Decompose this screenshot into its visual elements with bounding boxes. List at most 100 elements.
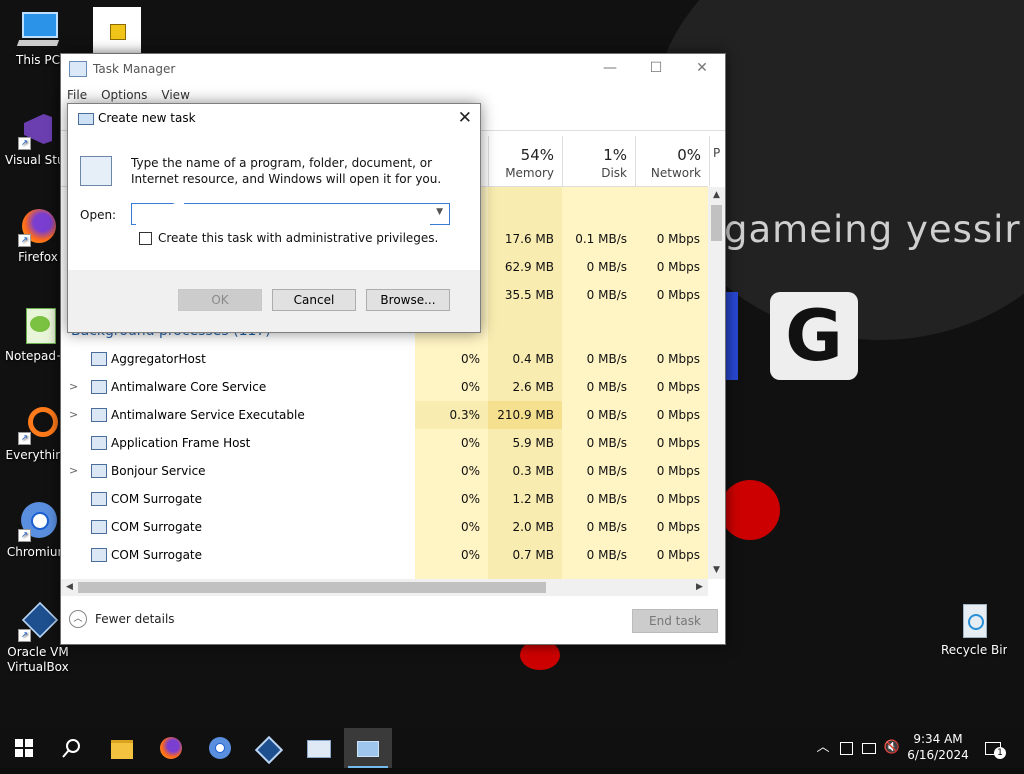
notification-center-button[interactable]: 1 xyxy=(980,728,1006,768)
desktop-icon-recycle-bin[interactable]: Recycle Bin xyxy=(941,600,1007,658)
table-row[interactable]: > Antimalware Core Service 0% 2.6 MB 0 M… xyxy=(61,373,708,401)
minimize-button[interactable]: — xyxy=(587,54,633,84)
title-bar[interactable]: Task Manager — ☐ ✕ xyxy=(61,54,725,84)
chevron-down-icon[interactable]: ▼ xyxy=(436,207,443,217)
wallpaper-shape xyxy=(720,480,780,540)
taskbar-file-explorer[interactable] xyxy=(98,728,146,768)
scroll-thumb[interactable] xyxy=(78,582,546,593)
disk-cell: 0 MB/s xyxy=(586,408,627,422)
table-row[interactable]: COM Surrogate 0% 2.0 MB 0 MB/s 0 Mbps xyxy=(61,513,708,541)
process-name: COM Surrogate xyxy=(111,492,203,506)
end-task-button[interactable]: End task xyxy=(632,609,718,633)
scroll-down-icon[interactable]: ▼ xyxy=(708,562,725,579)
search-button[interactable] xyxy=(48,728,96,768)
taskbar-firefox[interactable] xyxy=(147,728,195,768)
firefox-icon xyxy=(160,737,182,759)
table-row[interactable]: > Bonjour Service 0% 0.3 MB 0 MB/s 0 Mbp… xyxy=(61,457,708,485)
table-row[interactable]: Application Frame Host 0% 5.9 MB 0 MB/s … xyxy=(61,429,708,457)
scroll-right-icon[interactable]: ▶ xyxy=(691,579,708,596)
table-row[interactable]: > Antimalware Service Executable 0.3% 21… xyxy=(61,401,708,429)
folder-icon xyxy=(111,740,133,759)
desktop-item-thumbnail[interactable] xyxy=(93,7,141,53)
menu-file[interactable]: File xyxy=(67,88,87,102)
column-header-network[interactable]: 0% Network xyxy=(635,136,709,186)
network-cell: 0 Mbps xyxy=(656,260,700,274)
network-cell: 0 Mbps xyxy=(656,464,700,478)
run-dialog-icon xyxy=(307,740,331,758)
cpu-cell: 0% xyxy=(460,548,480,562)
tray-volume-icon[interactable]: 🔇 xyxy=(882,728,902,768)
network-icon xyxy=(862,743,876,754)
fewer-details-label: Fewer details xyxy=(95,612,175,626)
task-manager-icon xyxy=(357,741,379,757)
table-row[interactable]: COM Surrogate 0% 1.2 MB 0 MB/s 0 Mbps xyxy=(61,485,708,513)
taskbar-task-manager[interactable] xyxy=(344,728,392,768)
disk-cell: 0.1 MB/s xyxy=(575,232,627,246)
notification-icon: 1 xyxy=(985,742,1006,759)
monitor-icon xyxy=(839,742,853,755)
browse-button[interactable]: Browse... xyxy=(366,289,450,311)
run-program-icon xyxy=(80,156,112,186)
start-button[interactable] xyxy=(0,728,48,768)
tray-display-icon[interactable] xyxy=(836,728,856,768)
table-row[interactable]: AggregatorHost 0% 0.4 MB 0 MB/s 0 Mbps xyxy=(61,345,708,373)
taskbar-chromium[interactable] xyxy=(196,728,244,768)
taskbar-clock[interactable]: 9:34 AM 6/16/2024 xyxy=(900,731,976,763)
checkbox-box[interactable] xyxy=(139,231,152,245)
ok-button[interactable]: OK xyxy=(178,289,262,311)
vertical-scrollbar[interactable]: ▲ ▼ xyxy=(708,187,725,579)
column-header-memory[interactable]: 54% Memory xyxy=(488,136,562,186)
show-hidden-icons[interactable]: ︿ xyxy=(812,728,834,768)
menu-view[interactable]: View xyxy=(161,88,189,102)
expand-chevron-icon[interactable]: > xyxy=(69,457,78,485)
fewer-details-button[interactable]: ︿ Fewer details xyxy=(69,610,175,628)
scroll-thumb[interactable] xyxy=(711,205,722,241)
process-icon xyxy=(91,548,107,562)
process-icon xyxy=(91,436,107,450)
taskbar-virtualbox[interactable] xyxy=(245,728,293,768)
memory-cell: 2.6 MB xyxy=(512,380,554,394)
process-icon xyxy=(91,352,107,366)
run-icon xyxy=(78,113,94,125)
process-icon xyxy=(91,380,107,394)
tray-network-icon[interactable] xyxy=(858,728,880,768)
close-icon[interactable]: ✕ xyxy=(458,108,472,128)
everything-search-icon: ↗ xyxy=(18,405,58,445)
menu-options[interactable]: Options xyxy=(101,88,147,102)
horizontal-scrollbar[interactable]: ◀ ▶ xyxy=(61,579,708,596)
column-header-disk[interactable]: 1% Disk xyxy=(562,136,635,186)
disk-cell: 0 MB/s xyxy=(586,380,627,394)
column-header-power[interactable]: P xyxy=(709,136,725,186)
speaker-muted-icon: 🔇 xyxy=(883,740,901,755)
cpu-cell: 0.3% xyxy=(415,401,488,429)
cpu-cell: 0% xyxy=(460,352,480,366)
network-percent: 0% xyxy=(677,146,701,164)
cpu-cell: 0% xyxy=(460,492,480,506)
network-cell: 0 Mbps xyxy=(656,232,700,246)
dialog-title-bar[interactable]: Create new task ✕ xyxy=(68,104,480,134)
maximize-button[interactable]: ☐ xyxy=(633,54,679,84)
close-button[interactable]: ✕ xyxy=(679,54,725,84)
scroll-left-icon[interactable]: ◀ xyxy=(61,579,78,596)
process-name: Antimalware Core Service xyxy=(111,380,267,394)
cancel-button[interactable]: Cancel xyxy=(272,289,356,311)
taskbar-run-dialog[interactable] xyxy=(295,728,343,768)
expand-chevron-icon[interactable]: > xyxy=(69,373,78,401)
network-cell: 0 Mbps xyxy=(656,548,700,562)
network-label: Network xyxy=(650,166,701,180)
search-icon xyxy=(62,739,80,758)
network-cell: 0 Mbps xyxy=(656,352,700,366)
notepad-plus-plus-icon xyxy=(18,306,58,346)
create-new-task-dialog[interactable]: Create new task ✕ Type the name of a pro… xyxy=(67,103,481,333)
scroll-up-icon[interactable]: ▲ xyxy=(708,187,725,204)
memory-percent: 54% xyxy=(520,146,554,164)
memory-cell: 5.9 MB xyxy=(512,436,554,450)
network-cell: 0 Mbps xyxy=(656,288,700,302)
table-row[interactable]: COM Surrogate 0% 0.7 MB 0 MB/s 0 Mbps xyxy=(61,541,708,569)
clock-time: 9:34 AM xyxy=(913,732,963,746)
process-name: COM Surrogate xyxy=(111,548,203,562)
expand-chevron-icon[interactable]: > xyxy=(69,401,78,429)
admin-privileges-checkbox[interactable]: Create this task with administrative pri… xyxy=(139,231,438,245)
computer-icon xyxy=(16,10,60,50)
process-icon xyxy=(91,492,107,506)
